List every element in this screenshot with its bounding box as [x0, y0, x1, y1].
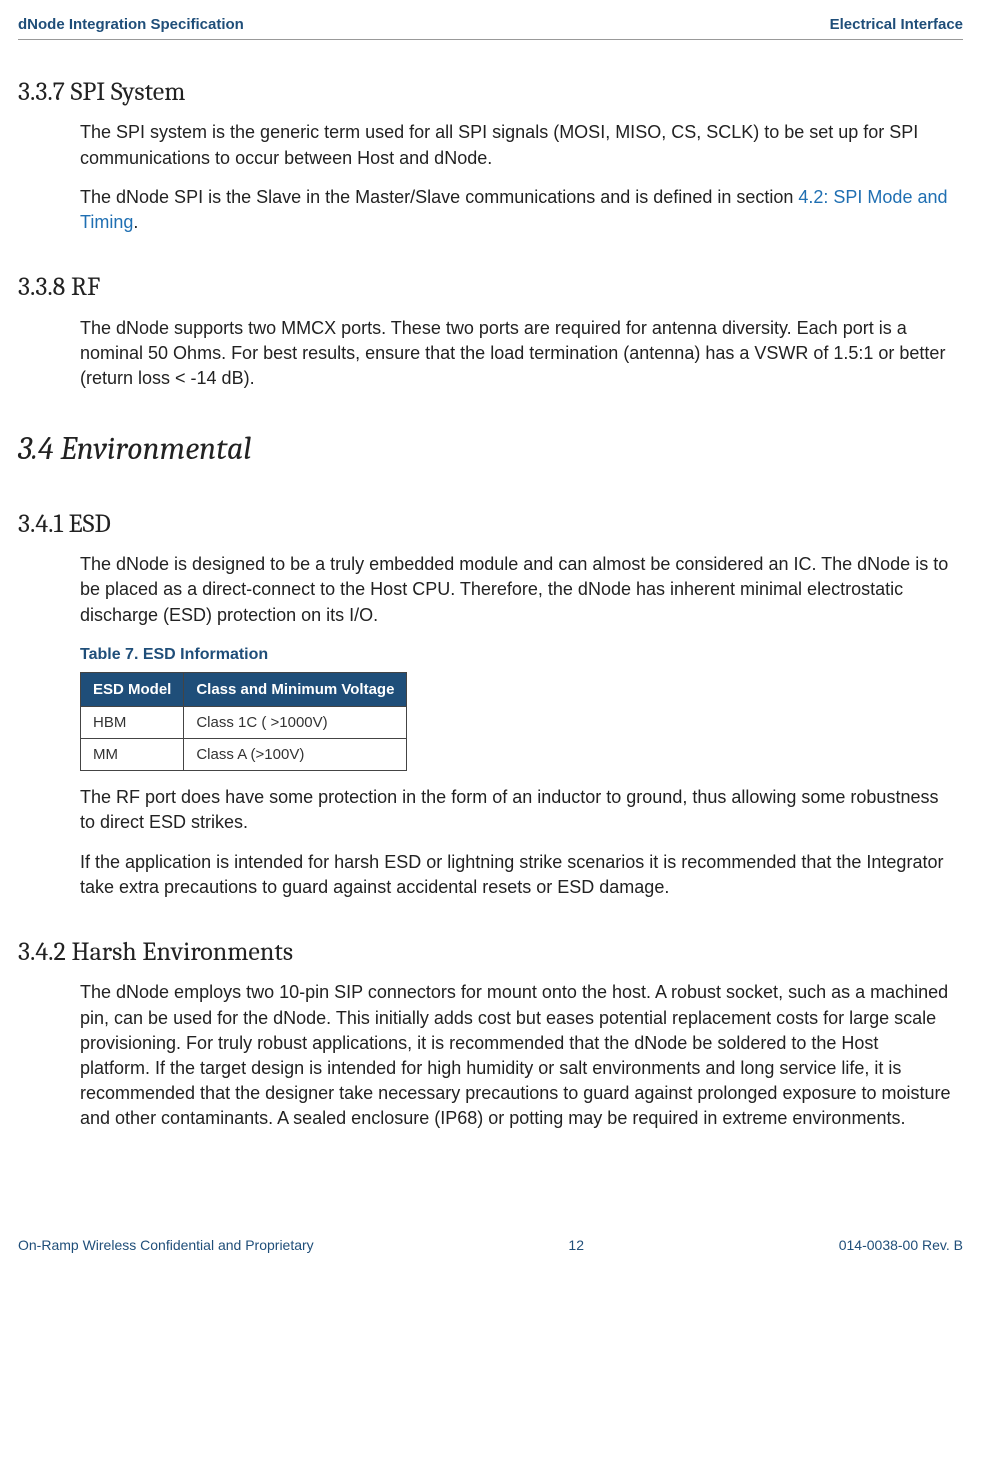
- para-337-2b: .: [133, 212, 138, 232]
- heading-3-4-2: 3.4.2 Harsh Environments: [18, 934, 963, 970]
- para-338-1: The dNode supports two MMCX ports. These…: [80, 316, 951, 392]
- page-footer: On-Ramp Wireless Confidential and Propri…: [18, 1146, 963, 1276]
- header-right: Electrical Interface: [830, 14, 963, 35]
- heading-3-4-1: 3.4.1 ESD: [18, 506, 963, 542]
- para-337-1: The SPI system is the generic term used …: [80, 120, 951, 170]
- header-left: dNode Integration Specification: [18, 14, 244, 35]
- td-class-0: Class 1C ( >1000V): [184, 707, 407, 739]
- footer-right: 014-0038-00 Rev. B: [839, 1236, 963, 1256]
- footer-center: 12: [568, 1236, 584, 1256]
- th-esd-model: ESD Model: [81, 673, 184, 707]
- table-row: HBM Class 1C ( >1000V): [81, 707, 407, 739]
- para-342-1: The dNode employs two 10-pin SIP connect…: [80, 980, 951, 1131]
- td-model-0: HBM: [81, 707, 184, 739]
- heading-3-3-8: 3.3.8 RF: [18, 269, 963, 305]
- td-class-1: Class A (>100V): [184, 739, 407, 771]
- para-341-3: If the application is intended for harsh…: [80, 850, 951, 900]
- para-341-1: The dNode is designed to be a truly embe…: [80, 552, 951, 628]
- para-337-2: The dNode SPI is the Slave in the Master…: [80, 185, 951, 235]
- th-class-min-voltage: Class and Minimum Voltage: [184, 673, 407, 707]
- td-model-1: MM: [81, 739, 184, 771]
- table-7-title: Table 7. ESD Information: [80, 644, 951, 666]
- table-esd-information: ESD Model Class and Minimum Voltage HBM …: [80, 672, 407, 771]
- heading-3-3-7: 3.3.7 SPI System: [18, 74, 963, 110]
- heading-3-4: 3.4 Environmental: [18, 427, 963, 472]
- para-341-2: The RF port does have some protection in…: [80, 785, 951, 835]
- table-row: MM Class A (>100V): [81, 739, 407, 771]
- footer-left: On-Ramp Wireless Confidential and Propri…: [18, 1236, 314, 1256]
- page-header: dNode Integration Specification Electric…: [18, 0, 963, 40]
- para-337-2a: The dNode SPI is the Slave in the Master…: [80, 187, 798, 207]
- table-header-row: ESD Model Class and Minimum Voltage: [81, 673, 407, 707]
